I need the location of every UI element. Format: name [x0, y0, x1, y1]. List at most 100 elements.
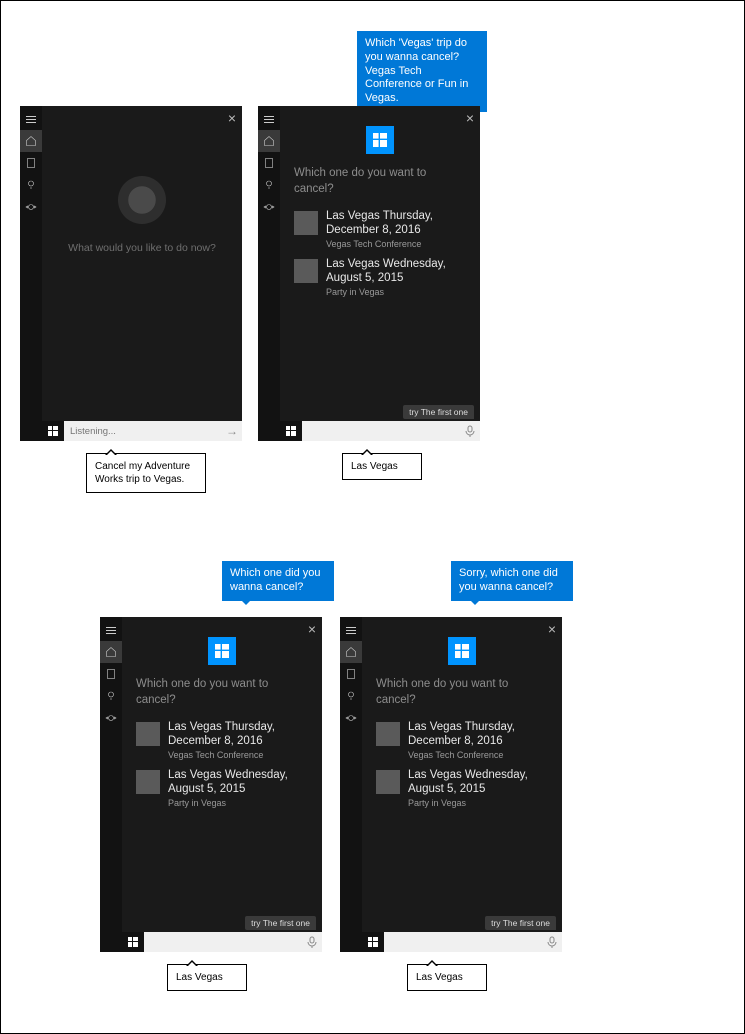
hamburger-icon[interactable] [20, 108, 42, 130]
suggestion-hint[interactable]: try The first one [485, 916, 556, 930]
search-input[interactable] [384, 932, 542, 952]
item-subtitle: Party in Vegas [168, 798, 308, 808]
list-item[interactable]: Las Vegas Wednesday, August 5, 2015 Part… [288, 253, 472, 301]
user-speech-text: Las Vegas [416, 972, 463, 983]
search-input[interactable] [64, 421, 222, 441]
list-item[interactable]: Las Vegas Thursday, December 8, 2016 Veg… [288, 205, 472, 253]
item-subtitle: Vegas Tech Conference [168, 750, 308, 760]
notebook-icon[interactable] [20, 152, 42, 174]
panel-main: × Which one do you want to cancel? Las V… [362, 617, 562, 952]
user-speech-bubble: Las Vegas [342, 453, 422, 480]
mic-icon[interactable] [302, 932, 322, 952]
close-icon[interactable]: × [466, 110, 474, 126]
item-title: Las Vegas Thursday, December 8, 2016 [408, 720, 548, 749]
search-footer [122, 932, 322, 952]
suggestion-hint[interactable]: try The first one [403, 405, 474, 419]
mic-icon[interactable] [542, 932, 562, 952]
user-speech-text: Cancel my Adventure Works trip to Vegas. [95, 461, 190, 485]
start-icon[interactable] [280, 421, 302, 441]
close-icon[interactable]: × [228, 110, 236, 126]
sidebar [258, 106, 280, 441]
home-icon[interactable] [258, 130, 280, 152]
bulb-icon[interactable] [100, 685, 122, 707]
cortana-voice-bubble: Which 'Vegas' trip do you wanna cancel? … [357, 31, 487, 112]
search-input[interactable] [144, 932, 302, 952]
item-title: Las Vegas Wednesday, August 5, 2015 [168, 768, 308, 797]
start-icon[interactable] [42, 421, 64, 441]
bulb-icon[interactable] [340, 685, 362, 707]
home-icon[interactable] [100, 641, 122, 663]
hamburger-icon[interactable] [340, 619, 362, 641]
search-footer [362, 932, 562, 952]
hamburger-icon[interactable] [100, 619, 122, 641]
suggestion-hint-text: try The first one [491, 918, 550, 928]
suggestion-hint[interactable]: try The first one [245, 916, 316, 930]
item-title: Las Vegas Thursday, December 8, 2016 [326, 209, 466, 238]
list-item[interactable]: Las Vegas Thursday, December 8, 2016 Veg… [130, 716, 314, 764]
start-icon[interactable] [362, 932, 384, 952]
item-thumb-icon [376, 722, 400, 746]
disambiguation-prompt: Which one do you want to cancel? [122, 675, 322, 716]
item-subtitle: Party in Vegas [326, 287, 466, 297]
disambiguation-prompt: Which one do you want to cancel? [362, 675, 562, 716]
start-icon[interactable] [122, 932, 144, 952]
cortana-voice-text: Which one did you wanna cancel? [230, 567, 321, 593]
feedback-icon[interactable] [100, 707, 122, 729]
user-speech-text: Las Vegas [176, 972, 223, 983]
feedback-icon[interactable] [258, 196, 280, 218]
notebook-icon[interactable] [258, 152, 280, 174]
panel-main: × Which one do you want to cancel? Las V… [122, 617, 322, 952]
item-subtitle: Party in Vegas [408, 798, 548, 808]
notebook-icon[interactable] [100, 663, 122, 685]
search-footer [280, 421, 480, 441]
list-item[interactable]: Las Vegas Wednesday, August 5, 2015 Part… [370, 764, 554, 812]
item-subtitle: Vegas Tech Conference [408, 750, 548, 760]
panel-main: × What would you like to do now? → [42, 106, 242, 441]
cortana-voice-text: Which 'Vegas' trip do you wanna cancel? … [365, 37, 468, 104]
list-item[interactable]: Las Vegas Thursday, December 8, 2016 Veg… [370, 716, 554, 764]
cortana-voice-bubble: Which one did you wanna cancel? [222, 561, 334, 601]
item-thumb-icon [376, 770, 400, 794]
close-icon[interactable]: × [548, 621, 556, 637]
bulb-icon[interactable] [20, 174, 42, 196]
close-icon[interactable]: × [308, 621, 316, 637]
item-thumb-icon [294, 211, 318, 235]
list-item[interactable]: Las Vegas Wednesday, August 5, 2015 Part… [130, 764, 314, 812]
item-title: Las Vegas Wednesday, August 5, 2015 [408, 768, 548, 797]
idle-prompt: What would you like to do now? [56, 242, 228, 254]
notebook-icon[interactable] [340, 663, 362, 685]
home-icon[interactable] [340, 641, 362, 663]
cortana-voice-bubble: Sorry, which one did you wanna cancel? [451, 561, 573, 601]
user-speech-bubble: Cancel my Adventure Works trip to Vegas. [86, 453, 206, 493]
item-thumb-icon [136, 722, 160, 746]
user-speech-bubble: Las Vegas [167, 964, 247, 991]
mic-icon[interactable] [460, 421, 480, 441]
item-title: Las Vegas Wednesday, August 5, 2015 [326, 257, 466, 286]
cortana-orb-icon [118, 176, 166, 224]
cortana-panel: × Which one do you want to cancel? Las V… [340, 617, 562, 952]
suggestion-hint-text: try The first one [251, 918, 310, 928]
cortana-panel: × Which one do you want to cancel? Las V… [258, 106, 480, 441]
bulb-icon[interactable] [258, 174, 280, 196]
sidebar [340, 617, 362, 952]
user-speech-bubble: Las Vegas [407, 964, 487, 991]
search-input[interactable] [302, 421, 460, 441]
app-tile-icon [366, 126, 394, 154]
cortana-panel: × What would you like to do now? → [20, 106, 242, 441]
user-speech-text: Las Vegas [351, 461, 398, 472]
home-icon[interactable] [20, 130, 42, 152]
item-subtitle: Vegas Tech Conference [326, 239, 466, 249]
search-footer: → [42, 421, 242, 441]
app-tile-icon [448, 637, 476, 665]
sidebar [100, 617, 122, 952]
cortana-voice-text: Sorry, which one did you wanna cancel? [459, 567, 558, 593]
item-thumb-icon [294, 259, 318, 283]
arrow-right-icon[interactable]: → [222, 421, 242, 441]
hamburger-icon[interactable] [258, 108, 280, 130]
feedback-icon[interactable] [340, 707, 362, 729]
cortana-panel: × Which one do you want to cancel? Las V… [100, 617, 322, 952]
suggestion-hint-text: try The first one [409, 407, 468, 417]
item-title: Las Vegas Thursday, December 8, 2016 [168, 720, 308, 749]
app-tile-icon [208, 637, 236, 665]
feedback-icon[interactable] [20, 196, 42, 218]
